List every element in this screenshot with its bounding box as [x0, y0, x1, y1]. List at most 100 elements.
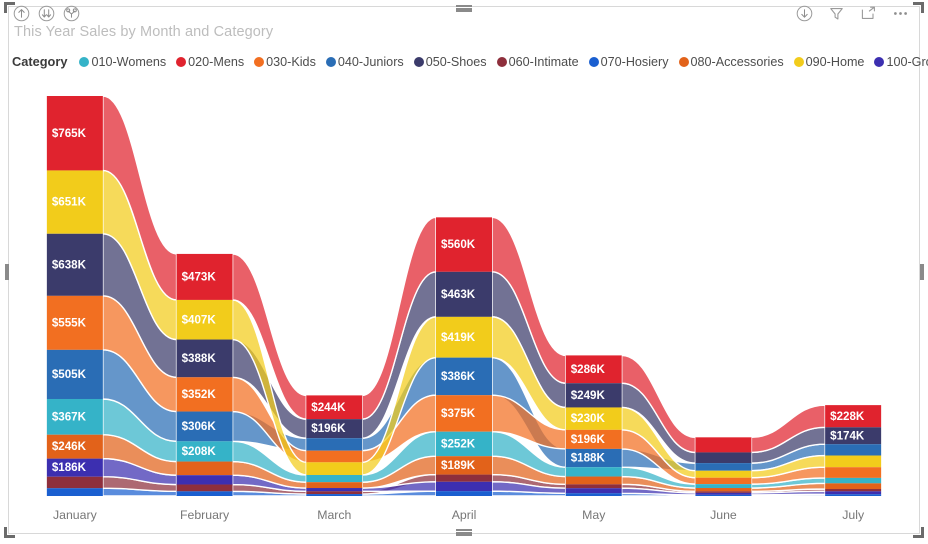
data-label: $407K — [182, 313, 217, 326]
drill-mode-icon[interactable] — [795, 4, 814, 23]
ribbon-segment[interactable] — [46, 476, 103, 489]
data-label: $638K — [52, 258, 87, 271]
ribbon-segment[interactable] — [695, 491, 752, 493]
ribbon-segment[interactable] — [306, 494, 363, 496]
ribbon-segment[interactable] — [306, 474, 363, 483]
resize-handle-right[interactable] — [920, 264, 924, 280]
legend-item[interactable]: 080-Accessories — [678, 55, 784, 69]
data-label: $388K — [182, 352, 217, 365]
ribbon-segment[interactable] — [436, 474, 492, 482]
legend-color-swatch-icon — [678, 56, 689, 67]
ribbon-segment[interactable] — [695, 484, 752, 489]
data-label: $386K — [441, 370, 476, 383]
ribbon-segment[interactable] — [695, 488, 752, 492]
data-label: $375K — [441, 407, 476, 420]
ribbon-segment[interactable] — [306, 462, 363, 475]
legend[interactable]: Category 010-Womens 020-Mens 030-Kids 040-J… — [12, 54, 928, 69]
legend-item[interactable]: 040-Juniors — [325, 55, 404, 69]
data-label: $765K — [52, 127, 87, 140]
data-label: $286K — [571, 363, 606, 376]
resize-handle-bottom[interactable] — [456, 529, 472, 536]
ribbon-segment[interactable] — [176, 491, 233, 496]
x-axis-tick-label: June — [710, 508, 737, 522]
ribbon-segment[interactable] — [695, 437, 752, 453]
resize-handle-top-right[interactable] — [913, 2, 924, 13]
filter-icon[interactable] — [827, 4, 846, 23]
ribbon-segment[interactable] — [176, 484, 233, 492]
legend-item[interactable]: 090-Home — [793, 54, 865, 69]
data-label: $174K — [830, 429, 865, 442]
legend-item[interactable]: 020-Mens — [176, 55, 244, 69]
legend-item[interactable]: 060-Intimate — [496, 54, 579, 69]
legend-item[interactable]: 100-Groceries — [874, 55, 928, 69]
legend-color-swatch-icon — [254, 56, 265, 67]
legend-color-swatch-icon — [496, 56, 507, 67]
ribbon-chart-plot-area[interactable]: $765K $651K $638K $555K $505K $367K $246K $186K… — [10, 82, 918, 502]
legend-item-label: 020-Mens — [188, 54, 245, 69]
ribbon-segment[interactable] — [695, 492, 752, 495]
legend-item[interactable]: 070-Hosiery — [588, 55, 669, 69]
legend-item[interactable]: 010-Womens — [79, 55, 166, 69]
data-label: $352K — [182, 388, 217, 401]
ribbon-segment[interactable] — [565, 493, 622, 496]
ribbon-segment[interactable] — [565, 484, 622, 489]
ribbon-segment[interactable] — [565, 467, 622, 477]
focus-mode-icon[interactable] — [859, 4, 878, 23]
legend-item-label: 090-Home — [805, 54, 865, 69]
legend-color-swatch-icon — [413, 56, 424, 67]
legend-item[interactable]: 050-Shoes — [413, 54, 487, 69]
ribbon-segment[interactable] — [695, 452, 752, 464]
ribbon-segment[interactable] — [176, 461, 233, 476]
ribbon-segment[interactable] — [825, 494, 882, 496]
ribbon-segment[interactable] — [825, 455, 882, 468]
ribbon-segment[interactable] — [436, 481, 492, 492]
legend-color-swatch-icon — [588, 56, 599, 67]
more-options-icon[interactable] — [891, 4, 910, 23]
ribbon-segment[interactable] — [306, 450, 363, 463]
data-label: $473K — [182, 270, 217, 283]
drill-up-icon[interactable] — [12, 4, 31, 23]
ribbon-chart-visual[interactable]: This Year Sales by Month and Category Ca… — [0, 0, 928, 544]
data-label: $246K — [52, 440, 87, 453]
x-axis-tick-label: April — [451, 508, 477, 522]
ribbon-segment[interactable] — [306, 482, 363, 489]
ribbon-segment[interactable] — [825, 491, 882, 495]
ribbon-segment[interactable] — [695, 477, 752, 485]
legend-item[interactable]: 030-Kids — [254, 55, 316, 69]
ribbon-segment[interactable] — [46, 488, 103, 496]
legend-color-swatch-icon — [793, 56, 804, 67]
ribbon-segment[interactable] — [176, 475, 233, 485]
ribbon-segment[interactable] — [565, 476, 622, 485]
ribbon-segment[interactable] — [825, 488, 882, 492]
ribbon-segment[interactable] — [695, 494, 752, 496]
ribbon-segment[interactable] — [825, 483, 882, 489]
ribbon-segment[interactable] — [565, 488, 622, 494]
legend-items: 010-Womens 020-Mens 030-Kids 040-Juniors 050… — [79, 55, 928, 69]
ribbon-segment[interactable] — [306, 488, 363, 492]
legend-item-label: 030-Kids — [266, 54, 316, 69]
ribbon-segment[interactable] — [825, 467, 882, 478]
ribbon-segment[interactable] — [695, 463, 752, 471]
legend-color-swatch-icon — [874, 56, 885, 67]
legend-color-swatch-icon — [325, 56, 336, 67]
data-label: $244K — [311, 401, 346, 414]
legend-item-label: 060-Intimate — [508, 54, 579, 69]
data-label: $188K — [571, 452, 606, 465]
data-label: $463K — [441, 288, 476, 301]
legend-item-label: 100-Groceries — [886, 54, 928, 69]
ribbon-segment[interactable] — [306, 438, 363, 451]
ribbon-segment[interactable] — [436, 491, 492, 496]
data-label: $230K — [571, 412, 606, 425]
ribbon-segment[interactable] — [825, 444, 882, 456]
expand-hierarchy-icon[interactable] — [62, 4, 81, 23]
legend-item-label: 050-Shoes — [425, 54, 487, 69]
ribbon-segment[interactable] — [825, 477, 882, 484]
data-label: $555K — [52, 316, 87, 329]
resize-handle-top[interactable] — [456, 5, 472, 12]
data-label: $252K — [441, 438, 476, 451]
data-label: $189K — [441, 459, 476, 472]
ribbon-segment[interactable] — [695, 470, 752, 478]
drill-down-all-icon[interactable] — [37, 4, 56, 23]
ribbon-segment[interactable] — [306, 491, 363, 495]
resize-handle-left[interactable] — [5, 264, 9, 280]
